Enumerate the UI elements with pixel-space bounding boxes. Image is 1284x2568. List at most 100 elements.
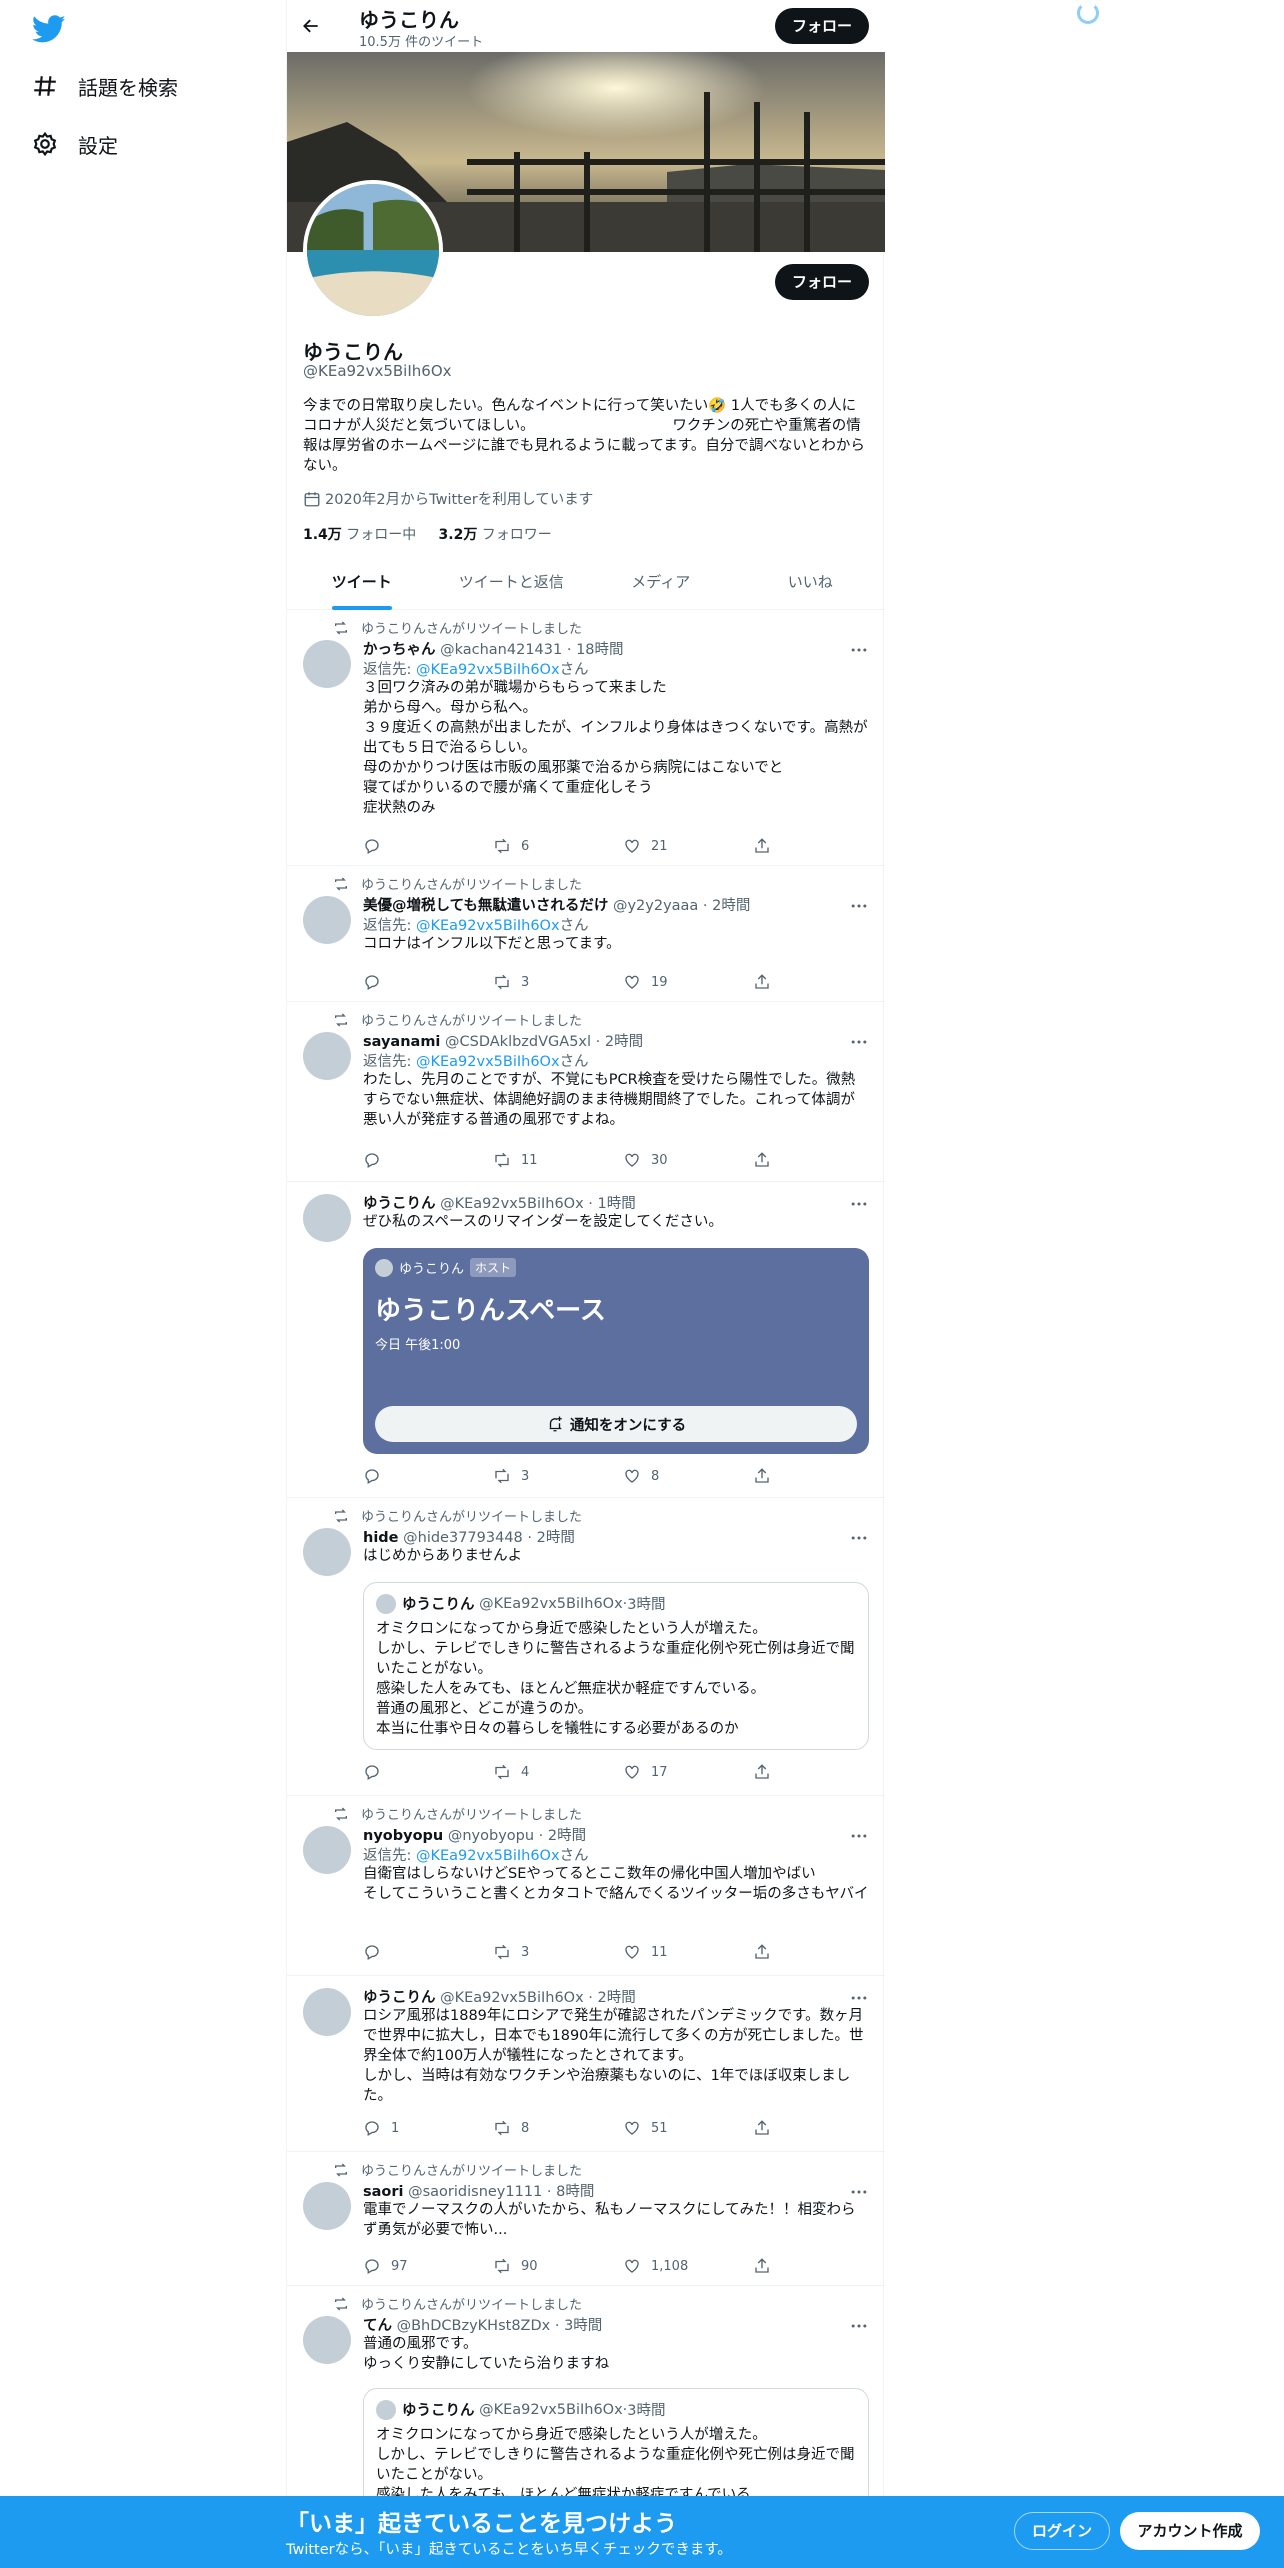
avatar[interactable] [303, 1194, 351, 1242]
avatar[interactable] [303, 640, 351, 688]
author-name[interactable]: saori [363, 2184, 404, 2200]
author-handle[interactable]: @kachan421431 [440, 642, 562, 658]
reply-button[interactable] [363, 836, 493, 856]
header-follow-button[interactable]: フォロー [775, 8, 869, 44]
tweet-time[interactable]: 3時間 [564, 2318, 602, 2334]
tweet-time[interactable]: 2時間 [712, 898, 750, 914]
retweet-button[interactable]: 3 [493, 1466, 623, 1486]
tweet[interactable]: ゆうこりんさんがリツイートしました hide @hide37793448 · 2… [287, 1498, 885, 1796]
tweet-time[interactable]: 2時間 [605, 1034, 643, 1050]
back-arrow-icon[interactable] [301, 16, 321, 36]
tweet[interactable]: ゆうこりんさんがリツイートしました nyobyopu @nyobyopu · 2… [287, 1796, 885, 1976]
quoted-tweet[interactable]: ゆうこりん @KEa92vx5BiIh6Ox · 3時間 オミクロンになってから… [363, 2388, 869, 2508]
signup-button[interactable]: アカウント作成 [1120, 2512, 1260, 2550]
sidebar-item-explore[interactable]: 話題を検索 [32, 66, 178, 106]
author-handle[interactable]: @KEa92vx5BiIh6Ox [440, 1196, 584, 1212]
space-notify-button[interactable]: 通知をオンにする [375, 1406, 857, 1442]
tab-tweets[interactable]: ツイート [287, 556, 437, 610]
reply-button[interactable] [363, 1150, 493, 1170]
share-button[interactable] [753, 1150, 803, 1170]
author-name[interactable]: nyobyopu [363, 1828, 443, 1844]
author-handle[interactable]: @saoridisney1111 [408, 2184, 542, 2200]
tweet[interactable]: ゆうこりんさんがリツイートしました saori @saoridisney1111… [287, 2152, 885, 2286]
avatar[interactable] [303, 896, 351, 944]
tweet[interactable]: ゆうこりん @KEa92vx5BiIh6Ox · 2時間 ロシア風邪は1889年… [287, 1976, 885, 2152]
author-name[interactable]: 美優@増税しても無駄遣いされるだけ [363, 898, 608, 914]
share-button[interactable] [753, 972, 803, 992]
reply-to-link[interactable]: @KEa92vx5BiIh6Ox [416, 1054, 560, 1070]
avatar[interactable] [303, 1988, 351, 2036]
retweet-button[interactable]: 3 [493, 972, 623, 992]
tweet[interactable]: ゆうこりんさんがリツイートしました 美優@増税しても無駄遣いされるだけ @y2y… [287, 866, 885, 1002]
tweet[interactable]: ゆうこりんさんがリツイートしました てん @BhDCBzyKHst8ZDx · … [287, 2286, 885, 2508]
author-handle[interactable]: @y2y2yaaa [613, 898, 698, 914]
tab-likes[interactable]: いいね [736, 556, 886, 609]
reply-button[interactable] [363, 972, 493, 992]
share-button[interactable] [753, 1762, 803, 1782]
avatar[interactable] [303, 2316, 351, 2364]
twitter-bird-icon[interactable] [32, 12, 66, 46]
author-handle[interactable]: @KEa92vx5BiIh6Ox [440, 1990, 584, 2006]
tweet-time[interactable]: 2時間 [548, 1828, 586, 1844]
reply-to-link[interactable]: @KEa92vx5BiIh6Ox [416, 662, 560, 678]
avatar[interactable] [303, 2182, 351, 2230]
profile-avatar[interactable] [303, 180, 443, 320]
author-name[interactable]: hide [363, 1530, 399, 1546]
reply-button[interactable]: 97 [363, 2256, 493, 2276]
like-button[interactable]: 19 [623, 972, 753, 992]
author-name[interactable]: ゆうこりん [363, 1196, 436, 1212]
like-button[interactable]: 51 [623, 2118, 753, 2138]
share-button[interactable] [753, 1466, 803, 1486]
retweet-button[interactable]: 3 [493, 1942, 623, 1962]
author-name[interactable]: sayanami [363, 1034, 440, 1050]
quoted-tweet[interactable]: ゆうこりん @KEa92vx5BiIh6Ox · 3時間 オミクロンになってから… [363, 1582, 869, 1750]
tweet-time[interactable]: 2時間 [537, 1530, 575, 1546]
reply-to-link[interactable]: @KEa92vx5BiIh6Ox [416, 1848, 560, 1864]
share-button[interactable] [753, 836, 803, 856]
tweet[interactable]: ゆうこりんさんがリツイートしました sayanami @CSDAklbzdVGA… [287, 1002, 885, 1182]
tab-media[interactable]: メディア [586, 556, 736, 609]
like-button[interactable]: 21 [623, 836, 753, 856]
author-handle[interactable]: @hide37793448 [403, 1530, 523, 1546]
retweet-button[interactable]: 6 [493, 836, 623, 856]
follow-button[interactable]: フォロー [775, 264, 869, 300]
share-button[interactable] [753, 1942, 803, 1962]
tweet-time[interactable]: 8時間 [556, 2184, 594, 2200]
retweet-button[interactable]: 90 [493, 2256, 623, 2276]
sidebar-item-settings[interactable]: 設定 [32, 124, 118, 164]
share-button[interactable] [753, 2256, 803, 2276]
tweet[interactable]: ゆうこりんさんがリツイートしました かっちゃん @kachan421431 · … [287, 610, 885, 866]
login-button[interactable]: ログイン [1014, 2512, 1110, 2550]
like-button[interactable]: 8 [623, 1466, 753, 1486]
retweet-button[interactable]: 8 [493, 2118, 623, 2138]
tweet-time[interactable]: 18時間 [576, 642, 623, 658]
like-button[interactable]: 17 [623, 1762, 753, 1782]
avatar[interactable] [303, 1826, 351, 1874]
like-button[interactable]: 11 [623, 1942, 753, 1962]
avatar[interactable] [303, 1528, 351, 1576]
share-button[interactable] [753, 2118, 803, 2138]
avatar[interactable] [303, 1032, 351, 1080]
tweet-time[interactable]: 1時間 [598, 1196, 636, 1212]
reply-button[interactable] [363, 1466, 493, 1486]
author-handle[interactable]: @BhDCBzyKHst8ZDx [397, 2318, 551, 2334]
like-button[interactable]: 30 [623, 1150, 753, 1170]
following-link[interactable]: 1.4万 フォロー中 [303, 527, 416, 543]
followers-link[interactable]: 3.2万 フォロワー [439, 527, 552, 543]
author-handle[interactable]: @CSDAklbzdVGA5xl [445, 1034, 591, 1050]
retweet-button[interactable]: 4 [493, 1762, 623, 1782]
retweet-button[interactable]: 11 [493, 1150, 623, 1170]
author-name[interactable]: てん [363, 2318, 392, 2334]
tab-tweets-and-replies[interactable]: ツイートと返信 [437, 556, 587, 609]
reply-button[interactable]: 1 [363, 2118, 493, 2138]
author-name[interactable]: かっちゃん [363, 642, 436, 658]
reply-button[interactable] [363, 1942, 493, 1962]
reply-button[interactable] [363, 1762, 493, 1782]
tweet-time[interactable]: 2時間 [598, 1990, 636, 2006]
reply-to-link[interactable]: @KEa92vx5BiIh6Ox [416, 918, 560, 934]
author-handle[interactable]: @nyobyopu [448, 1828, 534, 1844]
author-name[interactable]: ゆうこりん [363, 1990, 436, 2006]
tweet[interactable]: ゆうこりん @KEa92vx5BiIh6Ox · 1時間 ぜひ私のスペースのリマ… [287, 1182, 885, 1498]
space-card[interactable]: ゆうこりん ホスト ゆうこりんスペース 今日 午後1:00 通知をオンにする [363, 1248, 869, 1454]
like-button[interactable]: 1,108 [623, 2256, 753, 2276]
